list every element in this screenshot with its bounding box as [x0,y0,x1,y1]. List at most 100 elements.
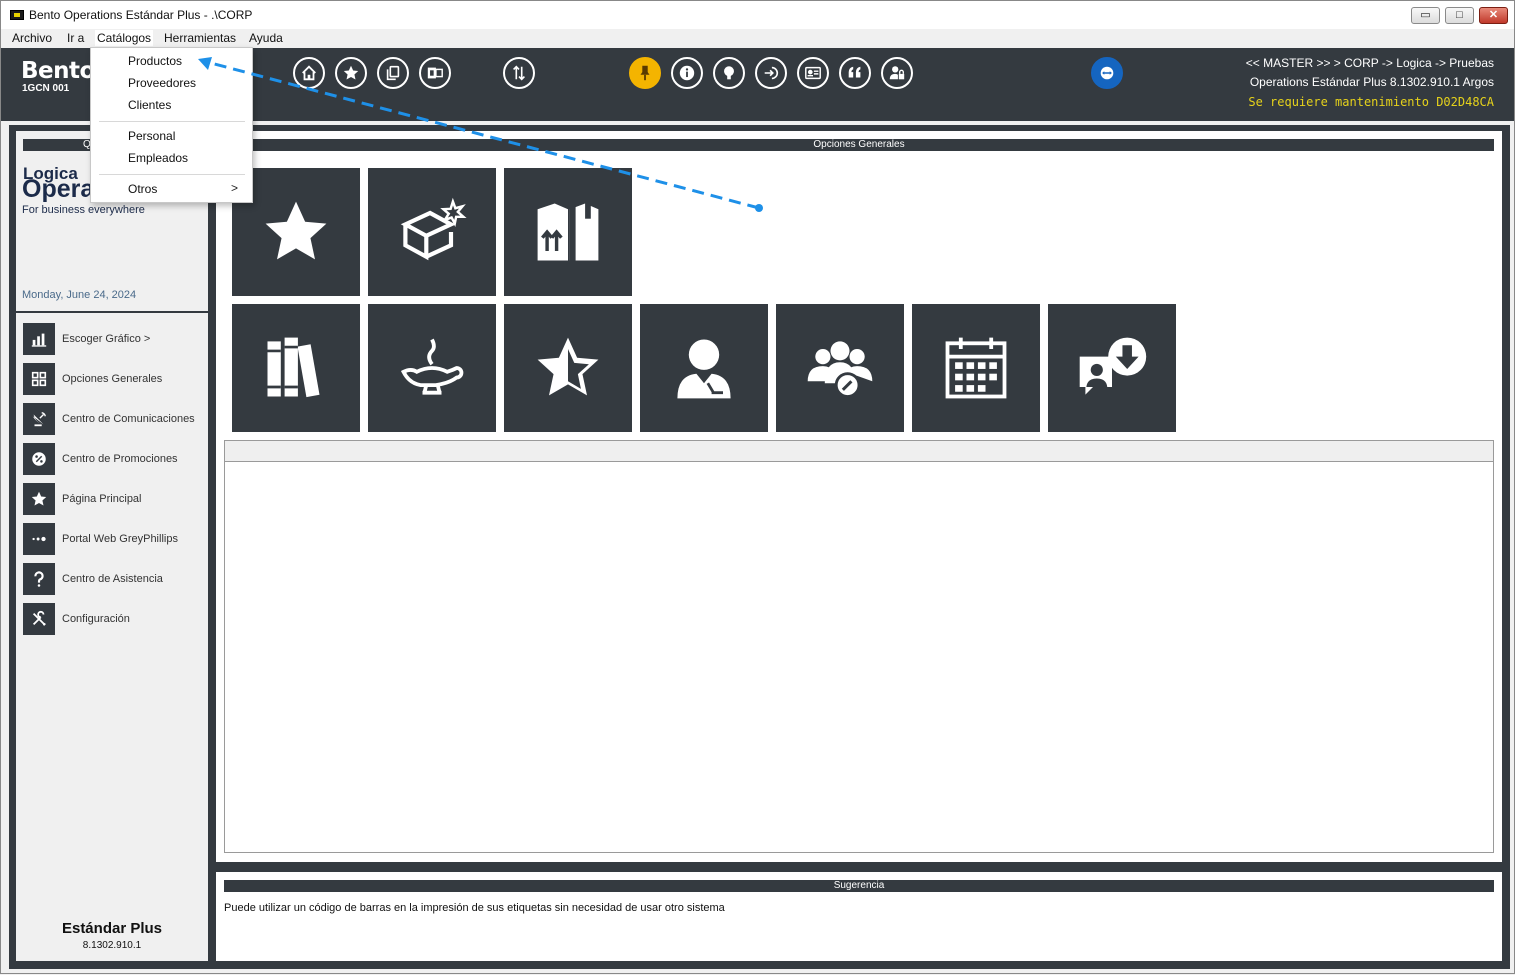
tile-groups[interactable] [776,304,904,432]
brand-name: Bento [21,58,95,84]
menu-archivo[interactable]: Archivo [10,30,54,46]
magic-lamp-icon [400,338,464,395]
close-button[interactable]: ✕ [1479,7,1508,24]
dots-icon [23,523,55,555]
login-icon [764,66,779,80]
maintenance-warning[interactable]: Se requiere mantenimiento D02D48CA [1248,95,1494,109]
tips-button[interactable] [713,57,745,89]
dropdown-item-productos[interactable]: Productos [128,54,182,68]
minimize-button[interactable]: ▭ [1411,7,1440,24]
satellite-dish-icon [23,403,55,435]
app-icon [10,10,24,20]
half-star-icon [537,337,599,396]
content-list[interactable] [224,440,1494,853]
dropdown-separator [99,174,245,175]
favorites-button[interactable] [335,57,367,89]
sidebar-item-portal-web[interactable]: Portal Web GreyPhillips [23,523,203,555]
pin-button[interactable] [629,57,661,89]
home-button[interactable] [293,57,325,89]
info-icon [679,65,695,81]
panel-header: Opciones Generales [224,139,1494,151]
tile-user[interactable] [640,304,768,432]
lightbulb-icon [724,66,734,80]
application-window: Bento Operations Estándar Plus - .\CORP … [0,0,1515,974]
sidebar-item-label: Centro de Promociones [62,453,178,465]
edition-name: Estándar Plus [61,920,163,937]
tile-downloads[interactable] [1048,304,1176,432]
books-icon [267,337,320,398]
dropdown-item-empleados[interactable]: Empleados [128,151,188,165]
sidebar-item-escoger-grafico[interactable]: Escoger Gráfico > [23,323,203,355]
teamviewer-icon [1100,66,1114,80]
sidebar: Q Logica Opera For business everywhere M… [16,131,208,961]
sidebar-item-label: Escoger Gráfico > [62,333,151,345]
dropdown-separator [99,121,245,122]
menu-ayuda[interactable]: Ayuda [247,30,285,46]
tile-calendar[interactable] [912,304,1040,432]
tile-new-product[interactable] [368,168,496,296]
suggestion-text: Puede utilizar un código de barras en la… [224,902,725,914]
dropdown-item-otros[interactable]: Otros [128,182,157,196]
catalogos-dropdown: Productos Proveedores Clientes Personal … [90,47,253,203]
tile-inventory-movements[interactable] [504,168,632,296]
sidebar-item-opciones-generales[interactable]: Opciones Generales [23,363,203,395]
user-lock-button[interactable] [881,57,913,89]
sidebar-item-label: Configuración [62,613,130,625]
sync-button[interactable] [503,57,535,89]
tools-icon [23,603,55,635]
calendar-icon [945,337,1007,399]
sidebar-item-label: Centro de Comunicaciones [62,413,195,425]
general-options-panel: Opciones Generales [216,131,1502,862]
id-card-button[interactable] [797,57,829,89]
user-lock-icon [889,66,905,80]
tile-wizard[interactable] [368,304,496,432]
boxes-arrows-icon [537,203,599,261]
group-settings-icon [807,341,873,398]
tile-ratings[interactable] [504,304,632,432]
office-icon [427,67,443,79]
dropdown-item-proveedores[interactable]: Proveedores [128,76,196,90]
quotes-button[interactable] [839,57,871,89]
suggestion-panel: Sugerencia Puede utilizar un código de b… [216,872,1502,961]
submenu-arrow: > [230,181,238,195]
sidebar-item-label: Opciones Generales [62,373,163,385]
copy-button[interactable] [377,57,409,89]
login-button[interactable] [755,57,787,89]
sidebar-item-pagina-principal[interactable]: Página Principal [23,483,203,515]
sidebar-item-configuracion[interactable]: Configuración [23,603,203,635]
dropdown-item-personal[interactable]: Personal [128,129,175,143]
build-number: 8.1302.910.1 [82,940,142,951]
sidebar-item-centro-promociones[interactable]: Centro de Promociones [23,443,203,475]
sort-arrows-icon [513,65,525,81]
quote-icon [848,66,861,78]
star-icon [23,483,55,515]
dropdown-item-clientes[interactable]: Clientes [128,98,171,112]
info-button[interactable] [671,57,703,89]
id-card-icon [805,66,821,80]
star-icon [343,65,359,80]
chat-download-icon [1079,337,1147,395]
tile-catalogs[interactable] [232,304,360,432]
office-button[interactable] [419,57,451,89]
sidebar-item-centro-comunicaciones[interactable]: Centro de Comunicaciones [23,403,203,435]
menu-catalogos[interactable]: Catálogos [95,30,154,46]
logo-tagline: For business everywhere [22,204,145,216]
logo-product: Opera [22,175,95,203]
user-icon [677,339,731,399]
title-bar: Bento Operations Estándar Plus - .\CORP … [1,1,1514,29]
bar-chart-icon [23,323,55,355]
sidebar-item-centro-asistencia[interactable]: Centro de Asistencia [23,563,203,595]
menu-bar: Archivo Ir a Catálogos Herramientas Ayud… [1,29,1514,48]
company-code: 1GCN 001 [22,83,70,94]
context-path: << MASTER >> > CORP -> Logica -> Pruebas [1245,56,1494,70]
copy-icon [386,65,400,81]
window-title: Bento Operations Estándar Plus - .\CORP [29,8,253,22]
star-icon [265,201,327,260]
maximize-button[interactable]: □ [1445,7,1474,24]
menu-herramientas[interactable]: Herramientas [162,30,238,46]
menu-ir-a[interactable]: Ir a [65,30,86,46]
remote-support-button[interactable] [1091,57,1123,89]
list-header [225,441,1493,462]
sidebar-item-label: Página Principal [62,493,142,505]
suggestion-header: Sugerencia [224,880,1494,892]
